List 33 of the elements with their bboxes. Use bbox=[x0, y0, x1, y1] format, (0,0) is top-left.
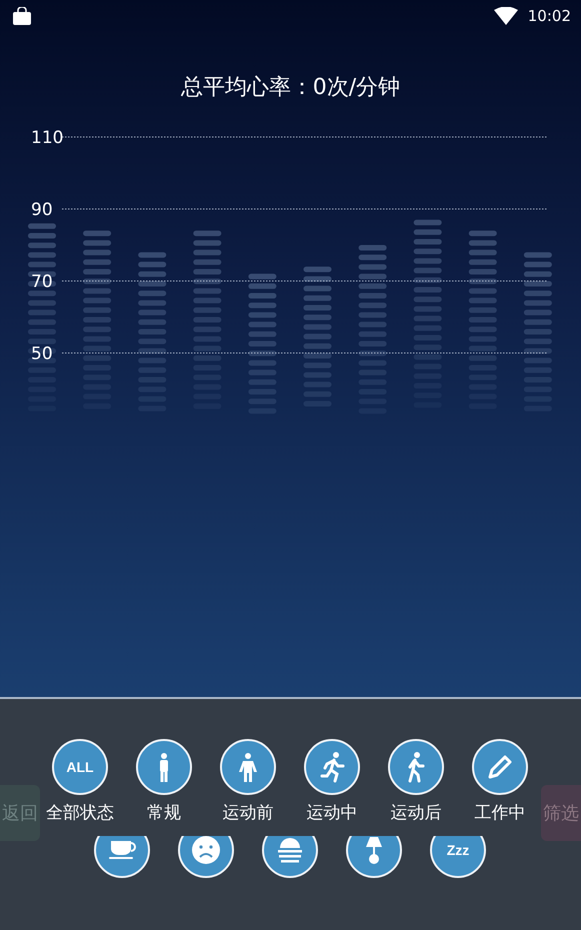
axis-tick-label: 110 bbox=[31, 128, 64, 148]
state-button[interactable] bbox=[346, 836, 402, 878]
sunrise-icon bbox=[278, 838, 302, 862]
axis-tick-label: 90 bbox=[31, 200, 53, 220]
state-label: 运动中 bbox=[306, 802, 358, 824]
wifi-icon bbox=[494, 7, 518, 25]
heart-rate-title: 总平均心率：0次/分钟 bbox=[180, 74, 402, 102]
state-label: 工作中 bbox=[474, 802, 526, 824]
state-label: 运动后 bbox=[390, 802, 442, 824]
sad-icon bbox=[192, 836, 220, 864]
stand-icon bbox=[159, 752, 169, 782]
clock: 10:02 bbox=[528, 7, 571, 25]
state-button[interactable]: Zzz bbox=[430, 836, 486, 878]
state-label: 全部状态 bbox=[46, 802, 114, 824]
lamp-icon bbox=[366, 836, 382, 864]
pencil-icon bbox=[488, 755, 512, 779]
run-icon bbox=[320, 751, 344, 783]
state-button[interactable] bbox=[94, 836, 150, 878]
walk-ready-icon bbox=[239, 752, 257, 782]
bag-icon bbox=[12, 7, 32, 25]
state-button[interactable]: ALL bbox=[52, 739, 108, 795]
axis-tick-label: 70 bbox=[31, 272, 53, 292]
axis-tick-label: 50 bbox=[31, 344, 53, 364]
walk-icon bbox=[408, 751, 424, 783]
filter-button[interactable]: 筛选 bbox=[541, 785, 581, 841]
state-label: 运动前 bbox=[222, 802, 274, 824]
sleep-icon: Zzz bbox=[442, 842, 474, 858]
back-button[interactable]: 返回 bbox=[0, 785, 40, 841]
all-text-icon: ALL bbox=[64, 759, 96, 775]
state-button[interactable] bbox=[262, 836, 318, 878]
state-label: 常规 bbox=[147, 802, 181, 824]
cup-icon bbox=[108, 840, 136, 860]
state-button[interactable] bbox=[178, 836, 234, 878]
